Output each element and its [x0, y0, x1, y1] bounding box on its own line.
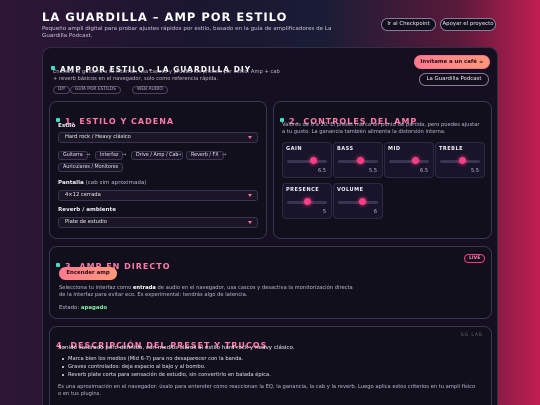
slider-thumb[interactable]	[303, 198, 311, 205]
preset-tips: Marca bien los medios (Mid 6-7) para no …	[60, 355, 271, 379]
page-header: LA GUARDILLA – AMP POR ESTILO Pequeño am…	[0, 0, 540, 48]
corner-label: SG LAB	[460, 333, 483, 338]
chain-interfaz: Interfaz	[95, 151, 124, 160]
list-item: Marca bien los medios (Mid 6-7) para no …	[60, 355, 271, 363]
slider-thumb[interactable]	[358, 198, 366, 205]
knob-label: BASS	[337, 146, 354, 152]
knob-volume[interactable]: VOLUME 6	[333, 183, 383, 219]
preset-lead: Sonido saturado pero definido, con medio…	[58, 345, 295, 351]
reverb-select-value: Plate de estudio	[65, 219, 107, 225]
power-on-button[interactable]: Encender amp	[59, 267, 117, 280]
slider-thumb[interactable]	[411, 157, 419, 164]
live-description: Selecciona tu interfaz como entrada de a…	[59, 285, 353, 298]
chain-arrow: →	[177, 152, 182, 158]
knob-value: 6.5	[318, 168, 326, 174]
podcast-button[interactable]: La Guardilla Podcast	[419, 73, 489, 86]
chain-drive-amp-cab: Drive / Amp / Cab	[131, 151, 184, 160]
knob-bass[interactable]: BASS 5.5	[333, 142, 383, 178]
status-line: Estado: apagado	[59, 305, 108, 311]
tag-guide: GUÍA POR ESTILOS	[70, 86, 121, 94]
status-value: apagado	[80, 305, 108, 311]
cab-select-value: 4×12 cerrada	[65, 192, 101, 198]
chain-arrow: →	[122, 152, 127, 158]
knob-label: MID	[388, 146, 401, 152]
live-amp-card: 3. AMP EN DIRECTO LIVE Encender amp Sele…	[49, 246, 492, 319]
knob-mid[interactable]: MID 6.5	[384, 142, 434, 178]
knob-value: 5.5	[471, 168, 479, 174]
style-label: Estilo	[58, 123, 76, 129]
tag-diy: DIY	[53, 86, 71, 94]
reverb-select[interactable]: Plate de estudio	[58, 217, 258, 228]
live-badge: LIVE	[464, 254, 486, 263]
chain-auriculares: Auriculares / Monitores	[58, 163, 124, 172]
knob-treble[interactable]: TREBLE 5.5	[435, 142, 485, 178]
page-subtitle: Pequeño ampli digital para probar ajuste…	[42, 26, 332, 39]
slider-thumb[interactable]	[356, 157, 364, 164]
knob-presence[interactable]: PRESENCE 5	[282, 183, 332, 219]
knob-value: 5.5	[369, 168, 377, 174]
chain-arrow: →	[86, 152, 91, 158]
knob-value: 6.5	[420, 168, 428, 174]
tag-web-audio: WEB AUDIO	[132, 86, 168, 94]
knob-gain[interactable]: GAIN 6.5	[282, 142, 332, 178]
main-panel: AMP POR ESTILO – LA GUARDILLA DIY Enchuf…	[42, 47, 498, 405]
chain-guitarra: Guitarra	[58, 151, 88, 160]
preset-footnote: Es una aproximación en el navegador: úsa…	[58, 384, 476, 397]
reverb-label: Reverb / ambiente	[58, 207, 117, 213]
intro-description: Enchufa la guitarra a tu interfaz, usa c…	[53, 69, 280, 82]
controls-description: Valores de 0 a 10. El preset marca un pu…	[282, 122, 480, 135]
slider-thumb[interactable]	[458, 157, 466, 164]
accent-dot-icon	[56, 117, 60, 122]
preset-description-card: 4. DESCRIPCIÓN DEL PRESET Y TRUCOS SG LA…	[49, 326, 492, 405]
accent-dot-icon	[280, 117, 284, 122]
page-title: LA GUARDILLA – AMP POR ESTILO	[42, 10, 288, 24]
accent-dot-icon	[56, 262, 60, 267]
slider-thumb[interactable]	[309, 157, 317, 164]
chain-reverb-fx: Reverb / FX	[186, 151, 224, 160]
list-item: Graves controlados: deja espacio al bajo…	[60, 363, 271, 371]
knob-label: VOLUME	[337, 187, 364, 193]
list-item: Reverb plate corta para sensación de est…	[60, 371, 271, 379]
knob-label: PRESENCE	[286, 187, 320, 193]
chevron-down-icon	[248, 221, 252, 224]
style-chain-card: 1. ESTILO Y CADENA Estilo Hard rock / He…	[49, 101, 267, 239]
slider-track[interactable]	[287, 160, 327, 163]
knob-label: GAIN	[286, 146, 303, 152]
chain-arrow: →	[222, 152, 227, 158]
knob-value: 5	[322, 209, 326, 215]
style-select[interactable]: Hard rock / Heavy clásico	[58, 132, 258, 143]
knob-value: 6	[373, 209, 377, 215]
support-button[interactable]: Apoyar el proyecto	[440, 18, 496, 31]
checkpoint-button[interactable]: Ir al Checkpoint	[381, 18, 436, 31]
style-select-value: Hard rock / Heavy clásico	[65, 134, 131, 140]
cab-select[interactable]: 4×12 cerrada	[58, 190, 258, 201]
amp-controls-card: 2. CONTROLES DEL AMP Valores de 0 a 10. …	[273, 101, 492, 239]
coffee-button[interactable]: Invítame a un café ☕	[414, 55, 490, 69]
cab-label: Pantalla (cab sim aproximada)	[58, 180, 147, 186]
chevron-down-icon	[248, 194, 252, 197]
slider-track[interactable]	[389, 160, 429, 163]
knob-label: TREBLE	[439, 146, 464, 152]
chevron-down-icon	[248, 136, 252, 139]
